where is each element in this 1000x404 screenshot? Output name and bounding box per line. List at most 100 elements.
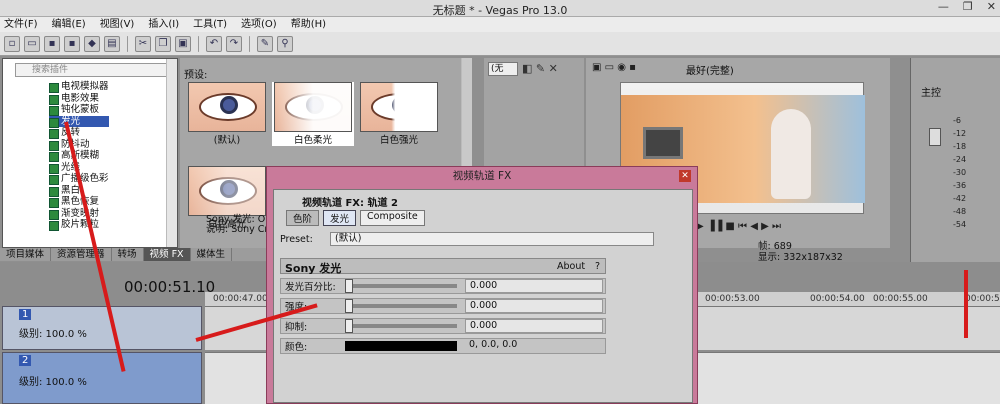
plugin-item[interactable]: 反转	[49, 127, 109, 139]
param-suppression: 抑制: 0.000	[280, 318, 606, 334]
track-level: 级别: 100.0 %	[19, 377, 87, 388]
preset-thumb-strong[interactable]: 白色强光	[358, 82, 440, 146]
preset-thumb-label: 白色强光	[379, 135, 418, 146]
plugin-search-input[interactable]: 搜索插件	[15, 63, 173, 77]
preset-thumb-soft[interactable]: 白色柔光	[272, 82, 354, 146]
fx-chain: 色阶 发光 Composite	[286, 210, 425, 226]
menu-view[interactable]: 视图(V)	[100, 17, 135, 32]
copy-icon[interactable]: ❐	[155, 35, 171, 52]
trimmer-dropdown[interactable]: (无	[488, 62, 518, 76]
plugin-title-bar: Sony 发光 About ?	[280, 258, 606, 275]
fx-chain-composite[interactable]: Composite	[360, 210, 425, 226]
properties-icon[interactable]: ▤	[104, 35, 120, 52]
plugin-list: 电视模拟器 电影效果 钝化蒙板 发光 反转 防抖动 高斯模糊 光线 广播级色彩 …	[49, 81, 109, 231]
menu-help[interactable]: 帮助(H)	[291, 17, 326, 32]
preset-thumb-label: (默认)	[213, 135, 241, 146]
preset-thumb-default[interactable]: (默认)	[186, 82, 268, 146]
track-number: 1	[19, 309, 32, 320]
video-track-fx-dialog: 视频轨道 FX ✕ 视频轨道 FX: 轨道 2 色阶 发光 Composite …	[266, 166, 698, 404]
open-folder-icon[interactable]: ▭	[24, 35, 40, 52]
undo-icon[interactable]: ↶	[206, 35, 222, 52]
preview-toolbar[interactable]: ▣ ▭ ◉ ▪	[592, 62, 636, 73]
color-swatch[interactable]	[345, 341, 457, 351]
meter-ticks: -6 -12 -18 -24 -30 -36 -42 -48 -54	[953, 116, 967, 229]
window-title: 无标题 * - Vegas Pro 13.0	[432, 4, 568, 17]
tab-video-fx[interactable]: 视频 FX	[143, 248, 191, 261]
preset-thumb-label: 白色柔光	[293, 135, 332, 146]
intensity-slider[interactable]	[345, 299, 457, 313]
annotation-arrow	[964, 270, 968, 338]
track-header-2[interactable]: 2 级别: 100.0 %	[2, 352, 202, 404]
brush-icon[interactable]: ✎	[257, 35, 273, 52]
track-header-1[interactable]: 1 级别: 100.0 %	[2, 306, 202, 350]
frame-number: 689	[773, 241, 792, 252]
toolbar-divider	[198, 35, 199, 52]
tab-transitions[interactable]: 转场	[112, 248, 144, 261]
param-intensity: 强度: 0.000	[280, 298, 606, 314]
plugin-item[interactable]: 黑色恢复	[49, 196, 109, 208]
param-glow-percent: 发光百分比: 0.000	[280, 278, 606, 294]
menu-bar: 文件(F) 编辑(E) 视图(V) 插入(I) 工具(T) 选项(O) 帮助(H…	[0, 17, 1000, 32]
intensity-value[interactable]: 0.000	[465, 299, 603, 313]
plugin-item[interactable]: 钝化蒙板	[49, 104, 109, 116]
plugin-item[interactable]: 胶片颗粒	[49, 219, 109, 231]
menu-edit[interactable]: 编辑(E)	[52, 17, 86, 32]
help-button[interactable]: ?	[595, 261, 600, 272]
param-color: 颜色: 0, 0.0, 0.0	[280, 338, 606, 354]
cut-icon[interactable]: ✂	[135, 35, 151, 52]
plugin-scrollbar[interactable]	[166, 59, 177, 247]
trimmer-tool-icons[interactable]: ◧ ✎ ✕	[522, 62, 558, 75]
new-file-icon[interactable]: ▫	[4, 35, 20, 52]
about-button[interactable]: About	[557, 261, 585, 272]
save-as-icon[interactable]: ▪	[64, 35, 80, 52]
glow-percent-value[interactable]: 0.000	[465, 279, 603, 293]
fx-chain-glow[interactable]: 发光	[323, 210, 357, 226]
tab-media-generators[interactable]: 媒体生	[191, 248, 233, 261]
menu-insert[interactable]: 插入(I)	[148, 17, 179, 32]
paste-icon[interactable]: ▣	[175, 35, 191, 52]
toolbar-divider	[127, 35, 128, 52]
plugin-item[interactable]: 电视模拟器	[49, 81, 109, 93]
plugin-item[interactable]: 高斯模糊	[49, 150, 109, 162]
tab-explorer[interactable]: 资源管理器	[51, 248, 112, 261]
plugin-item[interactable]: 防抖动	[49, 139, 109, 150]
redo-icon[interactable]: ↷	[226, 35, 242, 52]
render-icon[interactable]: ◆	[84, 35, 100, 52]
menu-options[interactable]: 选项(O)	[241, 17, 277, 32]
toolbar-divider	[249, 35, 250, 52]
master-bus-panel: 主控 -6 -12 -18 -24 -30 -36 -42 -48 -54	[910, 58, 1000, 268]
glow-percent-slider[interactable]	[345, 279, 457, 293]
plugin-item[interactable]: 电影效果	[49, 93, 109, 104]
menu-tools[interactable]: 工具(T)	[193, 17, 227, 32]
color-value[interactable]: 0, 0.0, 0.0	[465, 339, 603, 353]
save-icon[interactable]: ▪	[44, 35, 60, 52]
suppression-slider[interactable]	[345, 319, 457, 333]
timecode-display: 00:00:51.10	[124, 278, 216, 296]
preset-dropdown[interactable]: (默认)	[330, 232, 654, 246]
tab-project-media[interactable]: 项目媒体	[0, 248, 52, 261]
fx-header: 视频轨道 FX: 轨道 2	[302, 198, 398, 209]
dialog-title: 视频轨道 FX	[452, 170, 512, 182]
track-level: 级别: 100.0 %	[19, 329, 87, 340]
plugin-item-selected[interactable]: 发光	[49, 115, 109, 127]
title-bar: 无标题 * - Vegas Pro 13.0 — ❐ ✕	[0, 0, 1000, 17]
master-label: 主控	[921, 88, 941, 99]
preset-label: 预设:	[184, 70, 208, 81]
maximize-button[interactable]: ❐	[963, 0, 973, 13]
minimize-button[interactable]: —	[938, 0, 949, 13]
person-figure	[771, 109, 811, 199]
suppression-value[interactable]: 0.000	[465, 319, 603, 333]
fx-chain-levels[interactable]: 色阶	[286, 210, 320, 226]
main-toolbar: ▫ ▭ ▪ ▪ ◆ ▤ ✂ ❐ ▣ ↶ ↷ ✎ ⚲	[0, 32, 1000, 56]
dialog-body: 视频轨道 FX: 轨道 2 色阶 发光 Composite Preset: (默…	[273, 189, 693, 403]
preview-quality[interactable]: 最好(完整)	[686, 62, 734, 77]
pin-icon[interactable]: ⚲	[277, 35, 293, 52]
preview-info: 帧: 689 显示: 332x187x32	[758, 241, 843, 263]
menu-file[interactable]: 文件(F)	[4, 17, 38, 32]
plugin-name: Sony 发光	[285, 262, 342, 275]
master-fader[interactable]	[929, 128, 941, 146]
dialog-close-icon[interactable]: ✕	[679, 170, 691, 182]
transport-controls[interactable]: ▶ ▐▐ ■ ⏮ ◀ ▶ ⏭	[696, 221, 781, 232]
plugin-item[interactable]: 渐变映射	[49, 208, 109, 219]
close-button[interactable]: ✕	[987, 0, 996, 13]
